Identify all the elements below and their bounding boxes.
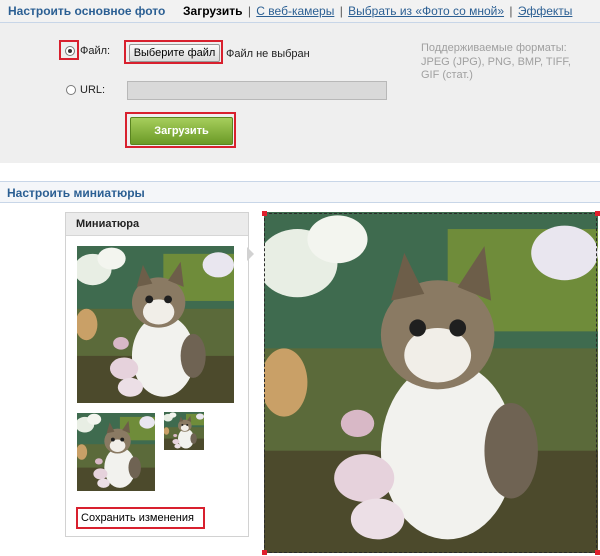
thumbnail-preview-large: [77, 246, 234, 403]
tab-effects[interactable]: Эффекты: [518, 4, 573, 18]
file-option-label: Файл:: [80, 45, 111, 57]
thumbnail-panel-title: Миниатюра: [76, 218, 140, 230]
save-button-highlight: Сохранить изменения: [76, 507, 205, 529]
page-title: Настроить основное фото: [8, 4, 166, 18]
panel-pointer-arrow: [247, 247, 254, 261]
tab-separator: |: [339, 4, 343, 18]
upload-button[interactable]: Загрузить: [130, 117, 233, 145]
tab-webcam[interactable]: С веб-камеры: [256, 4, 334, 18]
crop-handle-bottom-right[interactable]: [595, 550, 600, 555]
choose-file-button[interactable]: Выберите файл: [129, 44, 220, 62]
tab-from-photos[interactable]: Выбрать из «Фото со мной»: [348, 4, 504, 18]
formats-list-2: GIF (стат.): [421, 69, 473, 81]
thumbnail-panel-header: Миниатюра: [66, 213, 248, 236]
supported-formats: Поддерживаемые форматы: JPEG (JPG), PNG,…: [421, 42, 586, 83]
thumbnails-title: Настроить миниатюры: [7, 186, 145, 200]
tab-bar: Загрузить | С веб-камеры | Выбрать из «Ф…: [183, 4, 572, 18]
upload-button-highlight: Загрузить: [125, 112, 236, 148]
thumbnail-preview-medium: [77, 413, 155, 491]
formats-list: JPEG (JPG), PNG, BMP, TIFF,: [421, 55, 571, 68]
url-input[interactable]: [127, 81, 387, 100]
url-radio[interactable]: [66, 85, 76, 95]
tab-separator: |: [509, 4, 513, 18]
save-changes-button[interactable]: Сохранить изменения: [81, 511, 194, 525]
file-option-highlight: [59, 40, 79, 60]
thumbnail-preview-small: [164, 412, 204, 450]
no-file-status: Файл не выбран: [226, 48, 310, 60]
formats-label: Поддерживаемые форматы:: [421, 42, 567, 54]
tab-upload[interactable]: Загрузить: [183, 4, 242, 18]
crop-selection[interactable]: [264, 213, 597, 553]
crop-handle-top-left[interactable]: [262, 211, 267, 216]
crop-handle-top-right[interactable]: [595, 211, 600, 216]
choose-file-highlight: Выберите файл: [124, 40, 223, 64]
crop-handle-bottom-left[interactable]: [262, 550, 267, 555]
thumbnails-header: Настроить миниатюры: [0, 181, 600, 203]
url-option-label: URL:: [80, 84, 106, 96]
tab-separator: |: [247, 4, 251, 18]
file-radio[interactable]: [65, 46, 75, 56]
